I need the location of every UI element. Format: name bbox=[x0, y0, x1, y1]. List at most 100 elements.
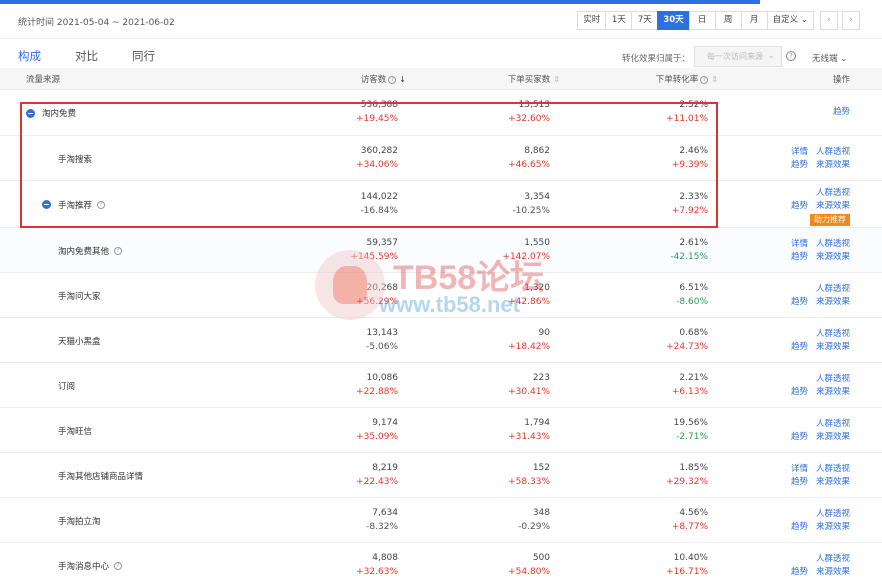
source-name-cell: 手淘问大家 bbox=[58, 290, 101, 302]
col-buyers-label: 下单买家数 bbox=[507, 75, 551, 85]
col-visitors[interactable]: 访客数? ↓ bbox=[361, 73, 406, 85]
sort-icon[interactable]: ⇕ bbox=[553, 75, 560, 84]
action-link[interactable]: 趋势 bbox=[791, 521, 808, 534]
range-1day-button[interactable]: 1天 bbox=[605, 11, 633, 30]
range-month-button[interactable]: 月 bbox=[740, 11, 768, 30]
conversion-change: +29.32% bbox=[666, 476, 708, 487]
buyers-value: 152 bbox=[532, 462, 550, 473]
action-link[interactable]: 详情 bbox=[791, 463, 808, 476]
col-buyers[interactable]: 下单买家数 ⇕ bbox=[508, 73, 560, 85]
help-icon[interactable]: ? bbox=[388, 75, 397, 84]
visitors-change: -8.32% bbox=[366, 521, 398, 532]
visitors-value: 7,634 bbox=[372, 507, 398, 518]
action-link[interactable]: 趋势 bbox=[791, 476, 808, 489]
action-link[interactable]: 详情 bbox=[791, 146, 808, 159]
action-link[interactable]: 来源效果 bbox=[816, 296, 850, 309]
action-link[interactable]: 来源效果 bbox=[816, 566, 850, 579]
top-accent-bar bbox=[0, 0, 760, 4]
conversion-cell: 2.52% +11.01% bbox=[666, 100, 708, 124]
help-icon[interactable]: ? bbox=[700, 75, 709, 84]
buyers-value: 1,794 bbox=[524, 417, 550, 428]
prev-period-button[interactable]: ‹ bbox=[820, 11, 838, 30]
conversion-value: 6.51% bbox=[679, 282, 708, 293]
buyers-cell: 3,354 -10.25% bbox=[512, 192, 550, 216]
table-row: 手淘消息中心? 4,808 +32.63% 500 +54.80% 10.40% +16.7… bbox=[0, 543, 882, 580]
conversion-change: -2.71% bbox=[676, 431, 708, 442]
action-link[interactable]: 人群透视 bbox=[816, 146, 850, 159]
action-link[interactable]: 趋势 bbox=[791, 296, 808, 309]
action-link[interactable]: 趋势 bbox=[791, 386, 808, 399]
action-link[interactable]: 来源效果 bbox=[816, 476, 850, 489]
collapse-icon[interactable] bbox=[42, 200, 51, 209]
col-actions: 操作 bbox=[832, 75, 850, 85]
buyers-cell: 1,550 +142.07% bbox=[502, 238, 550, 262]
row-actions: 详情 人群透视 趋势 来源效果 bbox=[791, 146, 850, 172]
visitors-cell: 7,634 -8.32% bbox=[366, 508, 398, 532]
next-period-button[interactable]: › bbox=[842, 11, 860, 30]
conversion-change: +11.01% bbox=[666, 114, 708, 124]
range-7day-button[interactable]: 7天 bbox=[631, 11, 659, 30]
action-link[interactable]: 人群透视 bbox=[816, 508, 850, 521]
visitors-change: +56.29% bbox=[356, 296, 398, 307]
visitors-cell: 13,143 -5.06% bbox=[366, 328, 398, 352]
action-link[interactable]: 人群透视 bbox=[816, 187, 850, 200]
action-link[interactable]: 趋势 bbox=[791, 431, 808, 444]
range-week-button[interactable]: 周 bbox=[714, 11, 742, 30]
action-link[interactable]: 详情 bbox=[791, 238, 808, 251]
range-day-button[interactable]: 日 bbox=[688, 11, 716, 30]
visitors-cell: 4,808 +32.63% bbox=[356, 553, 398, 577]
action-link[interactable]: 人群透视 bbox=[816, 463, 850, 476]
action-link[interactable]: 趋势 bbox=[791, 341, 808, 354]
table-row: 天猫小黑盒 13,143 -5.06% 90 +18.42% 0.68% +24.73% 人群… bbox=[0, 318, 882, 363]
action-link[interactable]: 来源效果 bbox=[816, 521, 850, 534]
buyers-change: +18.42% bbox=[508, 341, 550, 352]
action-link[interactable]: 人群透视 bbox=[816, 283, 850, 296]
conversion-value: 4.56% bbox=[679, 507, 708, 518]
range-realtime-button[interactable]: 实时 bbox=[577, 11, 607, 30]
buyers-cell: 152 +58.33% bbox=[508, 463, 550, 487]
action-link[interactable]: 趋势 bbox=[791, 251, 808, 264]
sort-icon[interactable]: ⇕ bbox=[711, 75, 718, 84]
row-actions: 人群透视 趋势 来源效果 助力推荐 bbox=[791, 187, 850, 227]
action-link[interactable]: 来源效果 bbox=[816, 251, 850, 264]
conversion-change: +9.39% bbox=[671, 159, 708, 170]
conversion-cell: 2.21% +6.13% bbox=[672, 373, 708, 397]
action-link[interactable]: 趋势 bbox=[833, 106, 850, 119]
boost-recommend-badge[interactable]: 助力推荐 bbox=[810, 213, 850, 226]
action-link[interactable]: 来源效果 bbox=[816, 341, 850, 354]
action-link[interactable]: 趋势 bbox=[791, 566, 808, 579]
range-custom-label: 自定义 bbox=[772, 15, 799, 25]
header-divider bbox=[0, 38, 882, 39]
collapse-icon[interactable] bbox=[26, 108, 35, 118]
action-link[interactable]: 人群透视 bbox=[816, 418, 850, 431]
action-link[interactable]: 来源效果 bbox=[816, 159, 850, 172]
terminal-select[interactable]: 无线端 ⌄ bbox=[812, 52, 847, 64]
help-icon[interactable]: ? bbox=[97, 200, 106, 209]
action-link[interactable]: 人群透视 bbox=[816, 553, 850, 566]
help-icon[interactable]: ? bbox=[786, 51, 796, 61]
action-link[interactable]: 来源效果 bbox=[816, 431, 850, 444]
source-name: 手淘旺信 bbox=[58, 426, 93, 437]
conversion-cell: 2.33% +7.92% bbox=[672, 192, 708, 216]
range-custom-button[interactable]: 自定义 ⌄ bbox=[766, 11, 814, 30]
visitors-change: +34.06% bbox=[356, 159, 398, 170]
conversion-cell: 19.56% -2.71% bbox=[674, 418, 708, 442]
action-link[interactable]: 来源效果 bbox=[816, 386, 850, 399]
sort-desc-icon[interactable]: ↓ bbox=[399, 75, 406, 84]
action-link[interactable]: 人群透视 bbox=[816, 373, 850, 386]
attribution-select[interactable]: 每一次访问来源 ⌄ bbox=[694, 46, 782, 67]
col-conversion[interactable]: 下单转化率? ⇕ bbox=[656, 73, 718, 85]
visitors-change: -5.06% bbox=[366, 341, 398, 352]
help-icon[interactable]: ? bbox=[114, 246, 123, 255]
action-link[interactable]: 人群透视 bbox=[816, 328, 850, 341]
action-link[interactable]: 来源效果 bbox=[816, 200, 850, 213]
col-conversion-label: 下单转化率 bbox=[655, 75, 699, 85]
buyers-cell: 348 -0.29% bbox=[518, 508, 550, 532]
table-row: 手淘其他店铺商品详情 8,219 +22.43% 152 +58.33% 1.85% +29… bbox=[0, 453, 882, 498]
action-link[interactable]: 人群透视 bbox=[816, 238, 850, 251]
buyers-change: +58.33% bbox=[508, 476, 550, 487]
range-30day-button[interactable]: 30天 bbox=[657, 11, 690, 30]
help-icon[interactable]: ? bbox=[114, 561, 123, 570]
action-link[interactable]: 趋势 bbox=[791, 159, 808, 172]
action-link[interactable]: 趋势 bbox=[791, 200, 808, 213]
